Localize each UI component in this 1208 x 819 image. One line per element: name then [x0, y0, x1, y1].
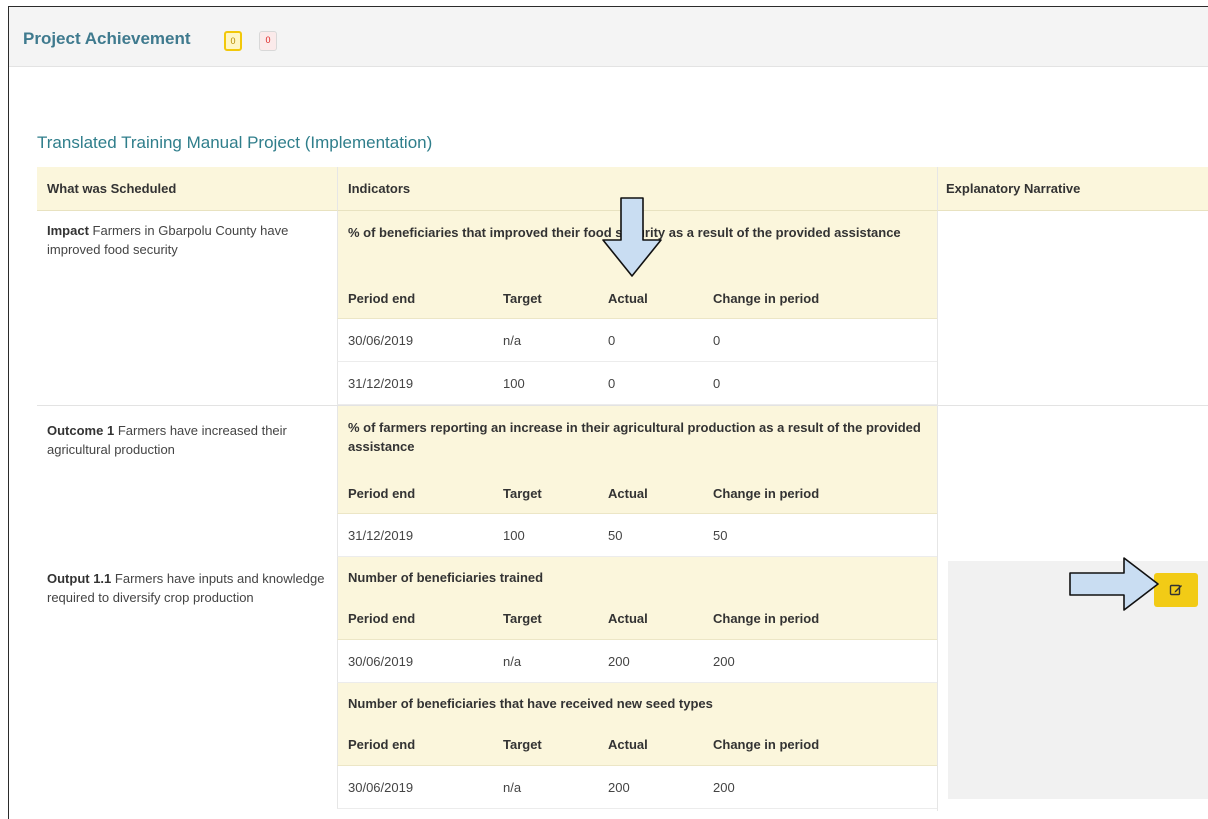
scheduled-outcome: Outcome 1 Farmers have increased their a… — [47, 423, 287, 457]
period-row: 31/12/2019 100 50 50 — [337, 514, 937, 557]
project-title: Translated Training Manual Project (Impl… — [37, 133, 433, 152]
period-header-row: Period end Target Actual Change in perio… — [337, 597, 937, 640]
page-header: Project Achievement 0 0 — [9, 7, 1208, 67]
edit-icon — [1169, 584, 1182, 596]
edit-narrative-button[interactable] — [1154, 573, 1198, 607]
scheduled-output: Output 1.1 Farmers have inputs and knowl… — [47, 571, 325, 605]
alert-badge[interactable]: 0 — [259, 31, 277, 51]
period-header-row: Period end Target Actual Change in perio… — [337, 277, 937, 319]
count-badge[interactable]: 0 — [224, 31, 242, 51]
page-title: Project Achievement — [23, 29, 191, 48]
period-row: 30/06/2019 n/a 200 200 — [337, 640, 937, 683]
down-arrow-icon — [602, 197, 662, 277]
period-header-row: Period end Target Actual Change in perio… — [337, 723, 937, 766]
period-row: 30/06/2019 n/a 200 200 — [337, 766, 937, 809]
column-header-scheduled: What was Scheduled — [37, 167, 337, 211]
period-row: 30/06/2019 n/a 0 0 — [337, 319, 937, 362]
page-frame: Project Achievement 0 0 Translated Train… — [8, 6, 1208, 819]
scheduled-impact: Impact Farmers in Gbarpolu County have i… — [47, 223, 289, 257]
period-header-row: Period end Target Actual Change in perio… — [337, 472, 937, 514]
right-arrow-icon — [1069, 557, 1159, 611]
period-row: 31/12/2019 100 0 0 — [337, 362, 937, 405]
indicator-title: % of farmers reporting an increase in th… — [337, 406, 937, 472]
column-header-narrative: Explanatory Narrative — [937, 167, 1208, 211]
indicator-title: Number of beneficiaries that have receiv… — [337, 683, 937, 723]
indicator-title: Number of beneficiaries trained — [337, 557, 937, 597]
narrative-column-border — [937, 211, 938, 811]
